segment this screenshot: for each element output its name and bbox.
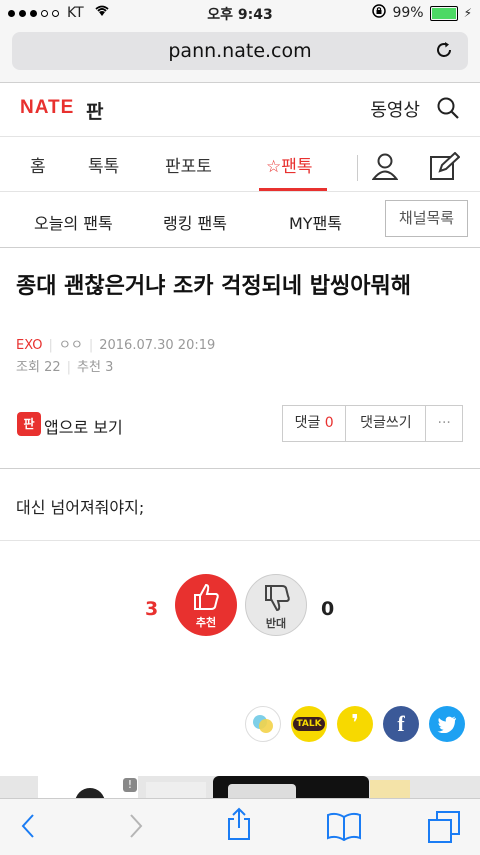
tab-pantok-label: 팬톡 — [281, 157, 313, 177]
open-in-app-link[interactable]: 앱으로 보기 — [44, 414, 123, 438]
ad-badge[interactable]: ! — [123, 778, 137, 792]
upvote-count: 3 — [145, 598, 159, 620]
charging-icon: ⚡ — [463, 6, 472, 20]
kakaostory-share-icon[interactable]: ❜ — [337, 706, 373, 742]
reload-icon[interactable] — [434, 40, 454, 65]
tab-pantok[interactable]: ☆팬톡 — [266, 152, 313, 177]
divider — [0, 191, 480, 192]
tab-toktok[interactable]: 톡톡 — [88, 152, 119, 177]
browser-toolbar — [0, 798, 480, 855]
star-icon: ☆ — [266, 157, 282, 177]
thumbs-up-icon — [194, 583, 219, 610]
more-button[interactable]: ··· — [426, 406, 462, 441]
share-icon[interactable] — [224, 807, 254, 840]
post-meta: EXO | ㅇㅇ | 2016.07.30 20:19 — [16, 338, 216, 353]
ad-banner[interactable]: ! — [0, 776, 480, 798]
downvote-label: 반대 — [265, 617, 287, 630]
write-comment-button[interactable]: 댓글쓰기 — [346, 406, 427, 441]
views-count: 22 — [44, 360, 61, 375]
post-datetime: 2016.07.30 20:19 — [99, 338, 216, 353]
divider — [357, 155, 358, 181]
upvote-label: 추천 — [195, 616, 217, 629]
nate-logo[interactable]: NATE — [20, 97, 74, 119]
facebook-share-icon[interactable]: f — [383, 706, 419, 742]
battery-icon — [429, 5, 458, 21]
post-stats: 조회 22 | 추천 3 — [16, 360, 114, 375]
write-icon[interactable] — [430, 151, 461, 184]
twitter-share-icon[interactable] — [429, 706, 465, 742]
channel-list-button[interactable]: 채널목록 — [385, 200, 468, 237]
browser-bar: pann.nate.com — [0, 26, 480, 83]
post-content: 대신 넘어져줘야지; — [16, 498, 145, 517]
forward-icon[interactable] — [120, 811, 150, 841]
pann-app-icon[interactable]: 판 — [17, 412, 41, 436]
thumbs-down-icon — [265, 585, 290, 612]
tab-home[interactable]: 홈 — [30, 152, 46, 177]
recommend-label: 추천 — [77, 360, 101, 375]
kakaotalk-share-icon[interactable]: TALK — [291, 706, 327, 742]
battery-percent: 99% — [392, 5, 424, 21]
tab-panphoto[interactable]: 판포토 — [165, 152, 212, 177]
post-title: 종대 괜찮은거냐 조카 걱정되네 밥씽아뭐해 — [16, 274, 411, 299]
status-bar: KT 오후 9:43 99% ⚡ — [0, 0, 480, 26]
video-link[interactable]: 동영상 — [370, 96, 420, 122]
kakaotalk-label: TALK — [293, 717, 325, 731]
divider — [0, 247, 480, 248]
bookmarks-icon[interactable] — [326, 811, 362, 842]
ad-image — [228, 784, 296, 798]
comments-count: 0 — [324, 415, 334, 431]
divider — [0, 136, 480, 137]
post-category[interactable]: EXO — [16, 338, 43, 353]
divider — [0, 540, 480, 541]
post-author: ㅇㅇ — [58, 338, 83, 353]
upvote-button[interactable]: 추천 — [175, 574, 237, 636]
user-icon[interactable] — [371, 152, 399, 184]
rotation-lock-icon — [372, 4, 387, 22]
downvote-count: 0 — [321, 598, 335, 620]
divider — [0, 468, 480, 469]
status-right: 99% ⚡ — [372, 4, 472, 22]
ad-panel — [146, 782, 206, 798]
recommend-count: 3 — [105, 360, 114, 375]
downvote-button[interactable]: 반대 — [245, 574, 307, 636]
comments-label: 댓글 — [294, 415, 321, 431]
post-actions: 댓글 0 댓글쓰기 ··· — [282, 405, 463, 442]
url-field[interactable]: pann.nate.com — [12, 32, 468, 70]
share-other-icon[interactable] — [245, 706, 281, 742]
subtab-my[interactable]: MY팬톡 — [289, 210, 342, 234]
search-icon[interactable] — [436, 96, 462, 122]
views-label: 조회 — [16, 360, 40, 375]
comments-button[interactable]: 댓글 0 — [283, 406, 347, 441]
tabs-icon[interactable] — [428, 811, 460, 843]
ad-panel — [370, 780, 410, 798]
subtab-today[interactable]: 오늘의 팬톡 — [34, 210, 113, 234]
back-icon[interactable] — [14, 811, 44, 841]
pann-logo[interactable]: 판 — [86, 97, 103, 124]
subtab-ranking[interactable]: 랭킹 팬톡 — [163, 210, 227, 234]
